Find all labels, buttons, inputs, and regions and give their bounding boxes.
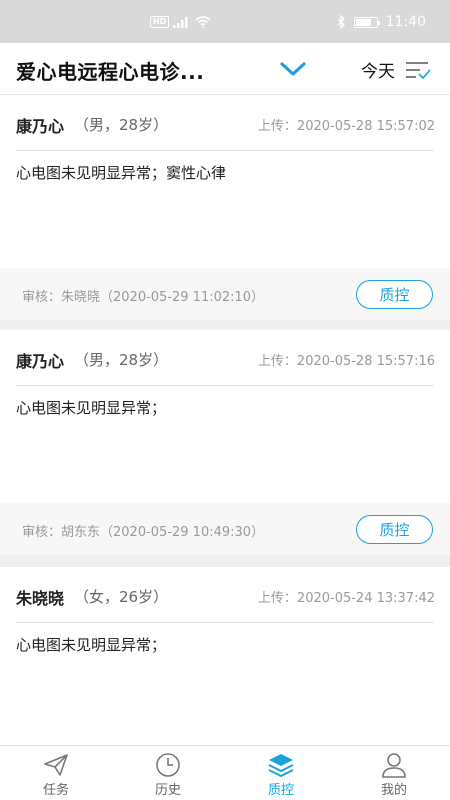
- record-header: 康乃心 （男，28岁） 上传：2020-05-28 15:57:16: [0, 330, 450, 385]
- system-indicators: 11:40: [337, 14, 426, 30]
- wifi-icon: [195, 16, 211, 28]
- date-filter-button[interactable]: 今天: [361, 57, 395, 82]
- network-indicators: HD: [150, 15, 211, 29]
- tab-label: 历史: [154, 783, 181, 798]
- bottom-tab-bar: 任务 历史 质控 我的: [0, 745, 450, 800]
- upload-time: 上传：2020-05-28 15:57:16: [257, 354, 435, 369]
- record-card[interactable]: 朱晓晓 （女，26岁） 上传：2020-05-24 13:37:42 心电图未见…: [0, 567, 450, 745]
- patient-info: （男，28岁）: [74, 116, 169, 134]
- filter-list-icon[interactable]: [404, 60, 432, 80]
- user-icon: [382, 753, 406, 778]
- review-footer: 审核：胡东东（2020-05-29 10:49:30） 质控: [0, 503, 450, 555]
- app-header: 爱心电远程心电诊... 今天: [0, 43, 450, 95]
- clock-icon: [156, 753, 180, 777]
- battery-icon: [353, 16, 380, 28]
- diagnosis-text: 心电图未见明显异常；: [16, 399, 167, 417]
- divider: [16, 622, 434, 623]
- record-header: 朱晓晓 （女，26岁） 上传：2020-05-24 13:37:42: [0, 567, 450, 622]
- patient-name: 康乃心: [16, 117, 65, 136]
- tab-tasks[interactable]: 任务: [0, 746, 112, 800]
- send-icon: [44, 754, 68, 776]
- patient-info: （女，26岁）: [74, 588, 169, 606]
- clock-time: 11:40: [385, 14, 426, 30]
- tab-label: 任务: [42, 783, 69, 798]
- tab-label: 我的: [380, 783, 407, 798]
- signal-icon: [173, 17, 188, 28]
- record-card[interactable]: 康乃心 （男，28岁） 上传：2020-05-28 15:57:02 心电图未见…: [0, 95, 450, 320]
- tab-profile[interactable]: 我的: [338, 746, 450, 800]
- page-title: 爱心电远程心电诊...: [16, 60, 205, 84]
- status-bar: HD 11:40: [0, 0, 450, 43]
- patient-info: （男，28岁）: [74, 351, 169, 369]
- tab-label: 质控: [267, 783, 294, 798]
- tab-history[interactable]: 历史: [112, 746, 224, 800]
- quality-control-button[interactable]: 质控: [356, 515, 433, 544]
- record-header: 康乃心 （男，28岁） 上传：2020-05-28 15:57:02: [0, 95, 450, 150]
- patient-name: 康乃心: [16, 352, 65, 371]
- upload-time: 上传：2020-05-24 13:37:42: [257, 591, 435, 606]
- upload-time: 上传：2020-05-28 15:57:02: [257, 119, 435, 134]
- record-card[interactable]: 康乃心 （男，28岁） 上传：2020-05-28 15:57:16 心电图未见…: [0, 330, 450, 555]
- diagnosis-text: 心电图未见明显异常；: [16, 636, 167, 654]
- diagnosis-text: 心电图未见明显异常；窦性心律: [16, 164, 227, 182]
- tab-quality-control[interactable]: 质控: [225, 746, 337, 800]
- chevron-down-icon[interactable]: [279, 59, 307, 79]
- review-footer: 审核：朱晓晓（2020-05-29 11:02:10） 质控: [0, 268, 450, 320]
- hd-badge: HD: [150, 16, 170, 28]
- divider: [16, 150, 434, 151]
- divider: [16, 385, 434, 386]
- patient-name: 朱晓晓: [16, 589, 65, 608]
- layers-icon: [268, 754, 294, 778]
- review-info: 审核：胡东东（2020-05-29 10:49:30）: [22, 525, 265, 540]
- bluetooth-icon: [337, 15, 345, 29]
- review-info: 审核：朱晓晓（2020-05-29 11:02:10）: [22, 290, 265, 305]
- quality-control-button[interactable]: 质控: [356, 280, 433, 309]
